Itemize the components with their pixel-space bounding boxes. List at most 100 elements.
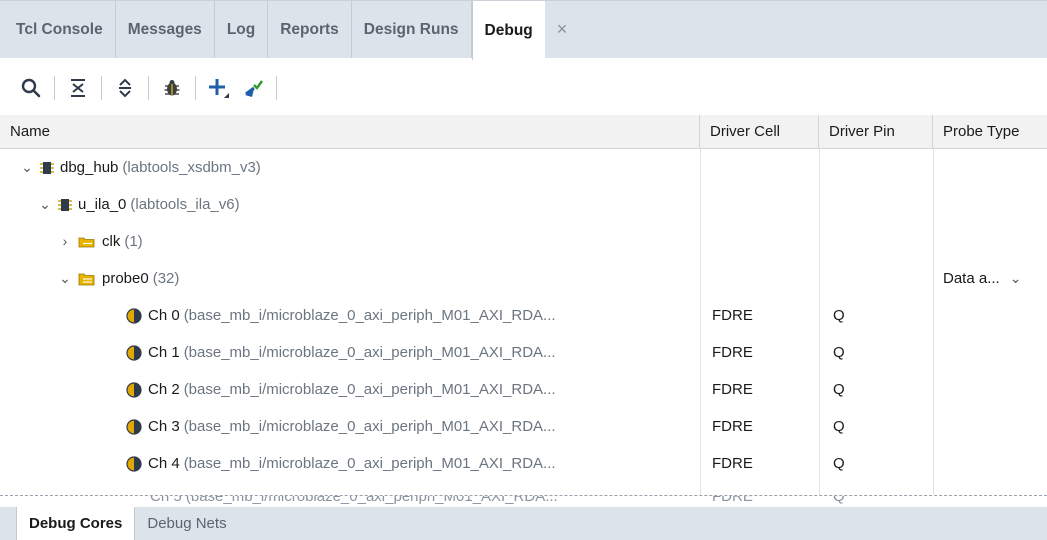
driver-cell: FDRE	[712, 455, 753, 472]
tab-messages[interactable]: Messages	[116, 1, 215, 58]
partial-row-text: Ch 5 (base_mb_i/microblaze_0_axi_periph_…	[150, 495, 558, 505]
net-dot-icon	[126, 455, 142, 472]
row-name: Ch 2	[148, 381, 180, 398]
driver-pin: Q	[833, 455, 845, 472]
row-name: Ch 0	[148, 307, 180, 324]
driver-cell: FDRE	[712, 344, 753, 361]
driver-pin: Q	[833, 381, 845, 398]
bottom-tab-bar: Debug Cores Debug Nets	[0, 507, 1047, 540]
toolbar-separator	[276, 75, 277, 100]
debug-button[interactable]	[155, 71, 189, 105]
tab-log[interactable]: Log	[215, 1, 269, 58]
search-icon	[21, 78, 41, 97]
panel-tab-bar: Tcl Console Messages Log Reports Design …	[0, 0, 1047, 61]
table-row[interactable]: Ch 2 (base_mb_i/microblaze_0_axi_periph_…	[0, 371, 1047, 408]
debug-bug-icon	[164, 79, 180, 95]
add-icon	[209, 78, 229, 98]
table-row[interactable]: Ch 0 (base_mb_i/microblaze_0_axi_periph_…	[0, 297, 1047, 334]
row-net-path: (base_mb_i/microblaze_0_axi_periph_M01_A…	[183, 307, 556, 324]
row-name: u_ila_0	[78, 196, 127, 213]
table-row[interactable]: Ch 4 (base_mb_i/microblaze_0_axi_periph_…	[0, 445, 1047, 482]
toolbar-separator	[54, 75, 55, 100]
chevron-down-icon[interactable]: ⌄	[18, 149, 36, 186]
tab-label: Debug	[484, 22, 533, 39]
table-header: Name Driver Cell Driver Pin Probe Type	[0, 115, 1047, 149]
tab-label: Log	[226, 20, 256, 38]
tab-label: Reports	[280, 20, 339, 38]
driver-cell: FDRE	[712, 381, 753, 398]
row-type: (1)	[124, 233, 143, 250]
column-header-driver-cell[interactable]: Driver Cell	[700, 115, 819, 149]
debug-toolbar	[0, 60, 1047, 115]
row-name: Ch 5	[150, 495, 182, 505]
table-row[interactable]: Ch 3 (base_mb_i/microblaze_0_axi_periph_…	[0, 408, 1047, 445]
close-icon: ×	[556, 19, 568, 39]
row-name: Ch 1	[148, 344, 180, 361]
tab-label: Design Runs	[363, 20, 459, 38]
probe-type-value: Data a...	[943, 270, 1000, 287]
close-tab-button[interactable]: ×	[544, 1, 580, 58]
column-header-driver-pin[interactable]: Driver Pin	[819, 115, 933, 149]
table-row[interactable]: ⌄ dbg_hub (labtools_xsdbm_v3)	[0, 149, 1047, 186]
driver-cell: FDRE	[712, 418, 753, 435]
tab-label: Tcl Console	[16, 20, 103, 38]
driver-cell: FDRE	[712, 495, 753, 505]
tab-label: Messages	[127, 20, 202, 38]
collapse-all-icon	[71, 78, 85, 97]
row-type: (labtools_ila_v6)	[130, 196, 240, 213]
row-name: Ch 3	[148, 418, 180, 435]
column-header-probe-type[interactable]: Probe Type	[933, 115, 1047, 149]
tab-debug-cores[interactable]: Debug Cores	[16, 507, 136, 540]
table-row[interactable]: › clk (1)	[0, 223, 1047, 260]
row-net-path: (base_mb_i/microblaze_0_axi_periph_M01_A…	[183, 381, 556, 398]
chevron-down-icon[interactable]: ⌄	[36, 186, 54, 223]
toolbar-separator	[148, 75, 149, 100]
chevron-down-icon[interactable]: ⌄	[56, 260, 74, 297]
driver-pin: Q	[833, 418, 845, 435]
column-header-name[interactable]: Name	[0, 115, 700, 149]
chip-icon	[58, 198, 72, 212]
row-name: Ch 4	[148, 455, 180, 472]
driver-cell: FDRE	[712, 307, 753, 324]
driver-pin: Q	[833, 344, 845, 361]
search-button[interactable]	[14, 71, 48, 105]
tab-label: Debug Nets	[147, 515, 227, 532]
row-net-path: (base_mb_i/microblaze_0_axi_periph_M01_A…	[183, 344, 556, 361]
row-net-path: (base_mb_i/microblaze_0_axi_periph_M01_A…	[183, 418, 556, 435]
chevron-down-icon: ⌄	[1009, 270, 1022, 286]
net-dot-icon	[126, 344, 142, 361]
net-dot-icon	[126, 381, 142, 398]
probe-type-dropdown[interactable]: Data a... ⌄	[933, 260, 1047, 297]
expand-all-button[interactable]	[108, 71, 142, 105]
net-dot-icon	[126, 307, 142, 324]
table-row[interactable]: Ch 1 (base_mb_i/microblaze_0_axi_periph_…	[0, 334, 1047, 371]
tab-reports[interactable]: Reports	[268, 1, 352, 58]
folder-probe-icon	[78, 272, 96, 286]
row-name: clk	[102, 233, 121, 250]
connect-button[interactable]	[236, 71, 270, 105]
tab-design-runs[interactable]: Design Runs	[352, 1, 472, 58]
expand-all-icon	[119, 78, 131, 97]
tab-debug-nets[interactable]: Debug Nets	[135, 507, 238, 540]
chevron-right-icon[interactable]: ›	[56, 223, 74, 260]
partial-table-row: Ch 5 (base_mb_i/microblaze_0_axi_periph_…	[0, 495, 1047, 507]
table-row[interactable]: ⌄ probe0 (32) Data a... ⌄	[0, 260, 1047, 297]
row-name: dbg_hub	[60, 159, 119, 176]
chip-icon	[40, 161, 54, 175]
driver-pin: Q	[833, 307, 845, 324]
tab-debug[interactable]: Debug	[471, 1, 545, 61]
collapse-all-button[interactable]	[61, 71, 95, 105]
row-net-path: (base_mb_i/microblaze_0_axi_periph_M01_A…	[185, 495, 558, 505]
toolbar-separator	[101, 75, 102, 100]
toolbar-separator	[195, 75, 196, 100]
add-button[interactable]	[202, 71, 236, 105]
row-net-path: (base_mb_i/microblaze_0_axi_periph_M01_A…	[183, 455, 556, 472]
row-name: probe0	[102, 270, 149, 287]
tab-tcl-console[interactable]: Tcl Console	[0, 1, 116, 58]
tab-label: Debug Cores	[29, 515, 123, 532]
driver-pin: Q	[833, 495, 845, 505]
table-row[interactable]: ⌄ u_ila_0 (labtools_ila_v6)	[0, 186, 1047, 223]
connect-icon	[245, 79, 263, 97]
net-dot-icon	[126, 418, 142, 435]
row-type: (32)	[152, 270, 180, 287]
